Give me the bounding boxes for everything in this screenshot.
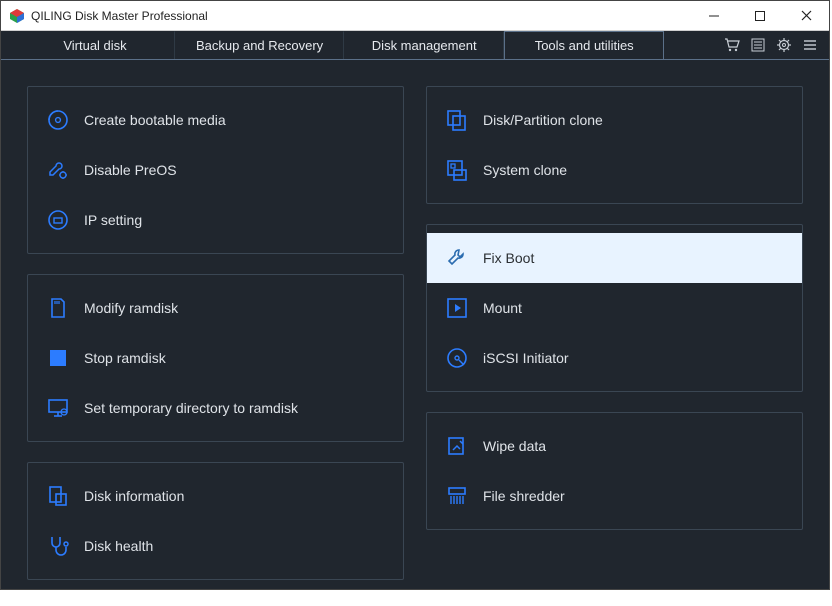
tab-virtual-disk[interactable]: Virtual disk xyxy=(15,31,175,59)
app-logo-icon xyxy=(9,8,25,24)
item-fix-boot[interactable]: Fix Boot xyxy=(427,233,802,283)
group-utility: Fix Boot Mount iSCSI Initiator xyxy=(426,224,803,392)
app-window: QILING Disk Master Professional Virtual … xyxy=(0,0,830,590)
item-label: Disable PreOS xyxy=(84,162,177,178)
item-system-clone[interactable]: System clone xyxy=(427,145,802,195)
item-disk-health[interactable]: Disk health xyxy=(28,521,403,571)
item-iscsi-initiator[interactable]: iSCSI Initiator xyxy=(427,333,802,383)
group-boot: Create bootable media Disable PreOS IP s… xyxy=(27,86,404,254)
group-ramdisk: Modify ramdisk Stop ramdisk Set temporar… xyxy=(27,274,404,442)
item-label: System clone xyxy=(483,162,567,178)
item-label: IP setting xyxy=(84,212,142,228)
tab-backup-recovery[interactable]: Backup and Recovery xyxy=(175,31,344,59)
tab-label: Backup and Recovery xyxy=(196,38,323,53)
item-label: Mount xyxy=(483,300,522,316)
toolbar-icons xyxy=(717,31,829,59)
item-file-shredder[interactable]: File shredder xyxy=(427,471,802,521)
window-title: QILING Disk Master Professional xyxy=(31,9,691,23)
item-ip-setting[interactable]: IP setting xyxy=(28,195,403,245)
shredder-icon xyxy=(441,484,473,508)
network-icon xyxy=(42,208,74,232)
item-label: Stop ramdisk xyxy=(84,350,166,366)
titlebar: QILING Disk Master Professional xyxy=(1,1,829,31)
menu-icon[interactable] xyxy=(801,36,819,54)
item-modify-ramdisk[interactable]: Modify ramdisk xyxy=(28,283,403,333)
system-clone-icon xyxy=(441,158,473,182)
clone-icon xyxy=(441,108,473,132)
item-label: Fix Boot xyxy=(483,250,534,266)
list-icon[interactable] xyxy=(749,36,767,54)
eraser-icon xyxy=(441,434,473,458)
item-temp-dir-ramdisk[interactable]: Set temporary directory to ramdisk xyxy=(28,383,403,433)
item-label: Set temporary directory to ramdisk xyxy=(84,400,298,416)
item-disk-information[interactable]: Disk information xyxy=(28,471,403,521)
tab-label: Tools and utilities xyxy=(535,38,634,53)
group-clone: Disk/Partition clone System clone xyxy=(426,86,803,204)
item-create-bootable-media[interactable]: Create bootable media xyxy=(28,95,403,145)
item-label: Disk/Partition clone xyxy=(483,112,603,128)
right-column: Disk/Partition clone System clone Fix Bo… xyxy=(426,86,803,580)
tab-label: Virtual disk xyxy=(63,38,126,53)
item-label: File shredder xyxy=(483,488,565,504)
item-wipe-data[interactable]: Wipe data xyxy=(427,421,802,471)
window-controls xyxy=(691,1,829,30)
wrench-gear-icon xyxy=(42,158,74,182)
group-disk-info: Disk information Disk health xyxy=(27,462,404,580)
left-column: Create bootable media Disable PreOS IP s… xyxy=(27,86,404,580)
maximize-button[interactable] xyxy=(737,1,783,30)
monitor-gear-icon xyxy=(42,396,74,420)
tab-strip: Virtual disk Backup and Recovery Disk ma… xyxy=(1,31,829,59)
sdcard-icon xyxy=(42,296,74,320)
disk-doc-icon xyxy=(42,484,74,508)
tab-disk-management[interactable]: Disk management xyxy=(344,31,504,59)
stethoscope-icon xyxy=(42,534,74,558)
item-label: Wipe data xyxy=(483,438,546,454)
main-panel: Create bootable media Disable PreOS IP s… xyxy=(1,60,829,606)
close-button[interactable] xyxy=(783,1,829,30)
item-label: Disk information xyxy=(84,488,184,504)
item-label: Disk health xyxy=(84,538,153,554)
item-label: Modify ramdisk xyxy=(84,300,178,316)
minimize-button[interactable] xyxy=(691,1,737,30)
wrench-icon xyxy=(441,246,473,270)
disk-spin-icon xyxy=(441,346,473,370)
item-mount[interactable]: Mount xyxy=(427,283,802,333)
disc-icon xyxy=(42,108,74,132)
stop-icon xyxy=(42,348,74,368)
gear-icon[interactable] xyxy=(775,36,793,54)
item-disk-partition-clone[interactable]: Disk/Partition clone xyxy=(427,95,802,145)
item-disable-preos[interactable]: Disable PreOS xyxy=(28,145,403,195)
cart-icon[interactable] xyxy=(723,36,741,54)
play-icon xyxy=(441,297,473,319)
tab-tools-utilities[interactable]: Tools and utilities xyxy=(504,31,664,59)
item-stop-ramdisk[interactable]: Stop ramdisk xyxy=(28,333,403,383)
item-label: iSCSI Initiator xyxy=(483,350,569,366)
item-label: Create bootable media xyxy=(84,112,226,128)
group-wipe: Wipe data File shredder xyxy=(426,412,803,530)
tab-label: Disk management xyxy=(372,38,477,53)
